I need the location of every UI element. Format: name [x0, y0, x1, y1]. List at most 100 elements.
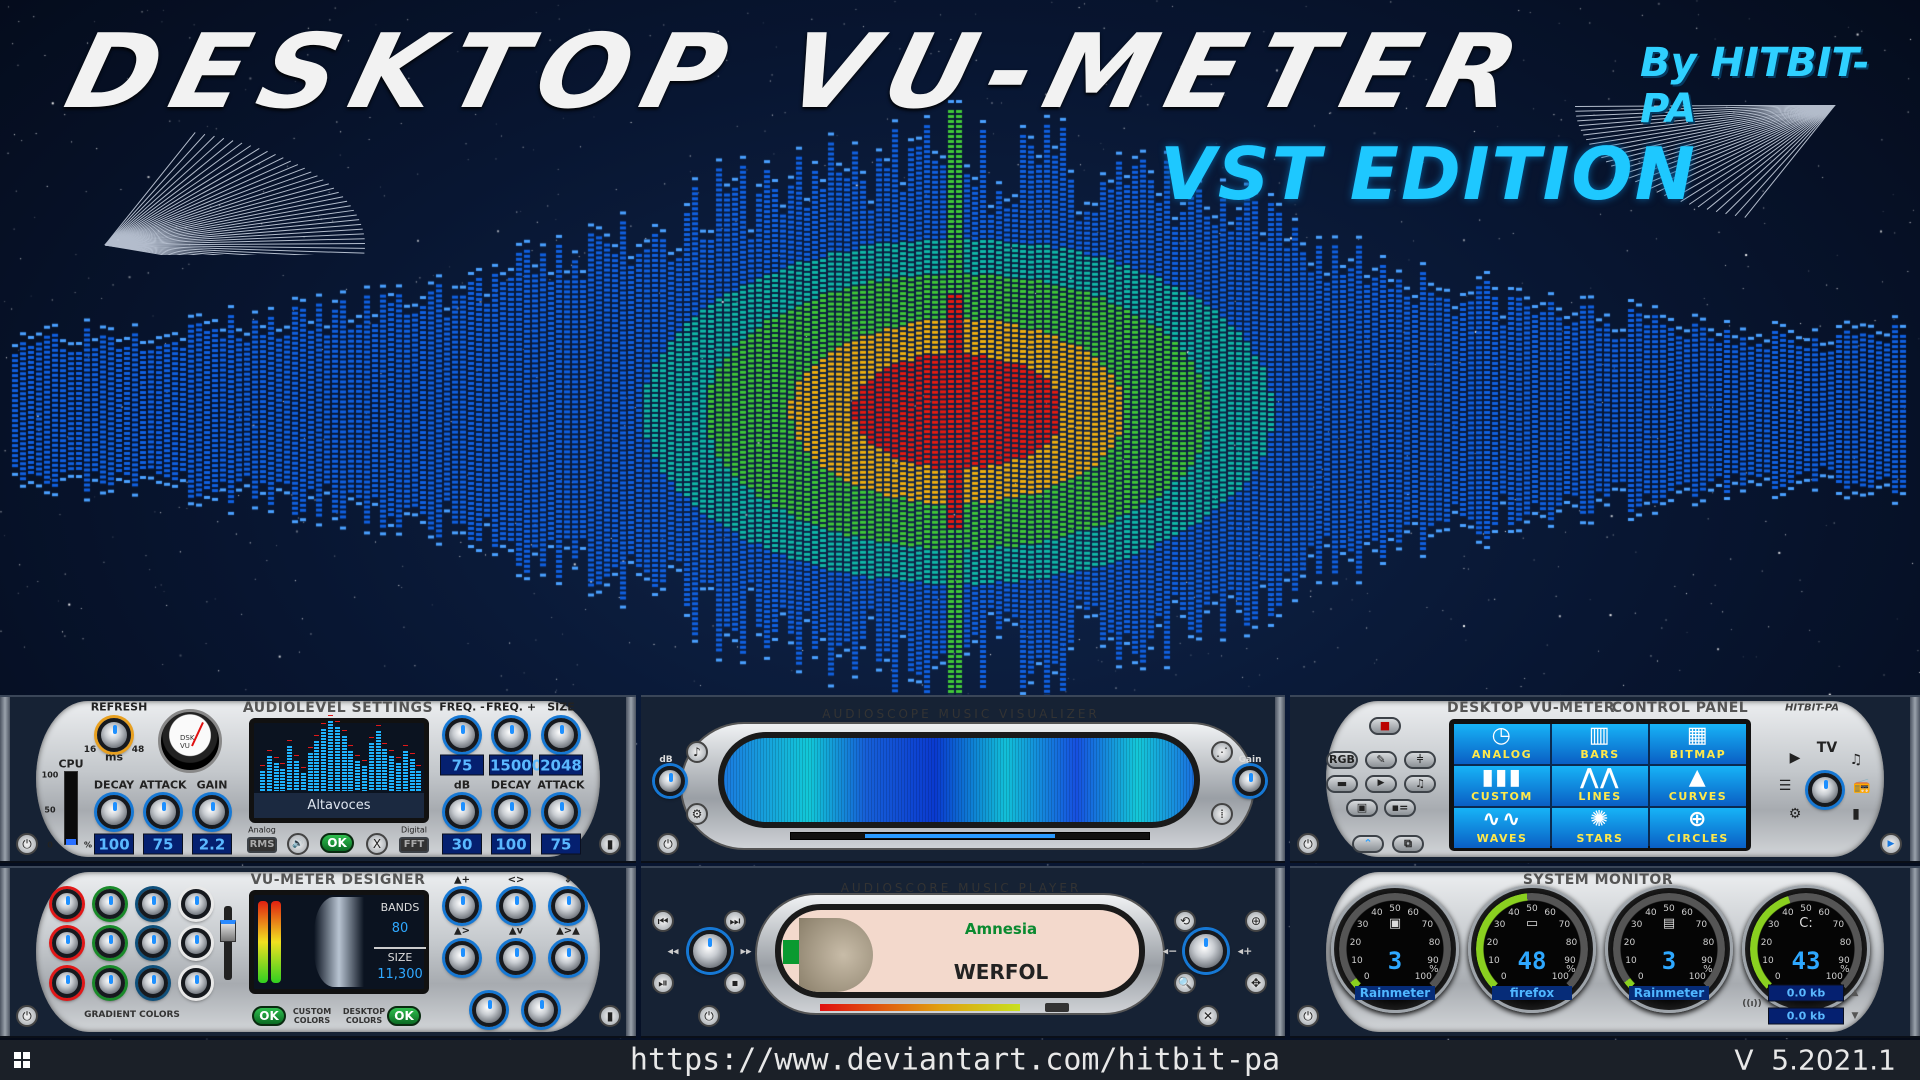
- visualizer-db-knob[interactable]: [655, 766, 685, 796]
- mode-waves-button[interactable]: ∿∿ WAVES: [1454, 808, 1550, 848]
- close-player-button[interactable]: ✕: [1197, 1005, 1219, 1027]
- settings-button[interactable]: ⚙: [686, 803, 708, 825]
- attack-knob[interactable]: [146, 795, 180, 829]
- power-icon[interactable]: ⏻: [1297, 833, 1319, 855]
- mode-stars-button[interactable]: ✺ STARS: [1552, 808, 1648, 848]
- tv-icon[interactable]: TV: [1817, 740, 1837, 756]
- custom-colors-ok-button[interactable]: OK: [252, 1006, 286, 1026]
- power-icon[interactable]: ⏻: [16, 833, 38, 855]
- track-seek-knob[interactable]: [689, 930, 731, 972]
- meter-button[interactable]: ▬: [1326, 775, 1358, 793]
- gradient-color-knob[interactable]: [52, 889, 82, 919]
- player-control-button[interactable]: ⏯: [652, 972, 674, 994]
- gradient-color-knob[interactable]: [138, 928, 168, 958]
- freq-min-knob[interactable]: [445, 718, 479, 752]
- gradient-color-knob[interactable]: [138, 968, 168, 998]
- gradient-color-knob[interactable]: [52, 968, 82, 998]
- cpu-tick-label: 100: [41, 770, 59, 780]
- music-note-button[interactable]: ♪: [686, 741, 708, 763]
- gradient-color-knob[interactable]: [95, 968, 125, 998]
- mode-custom-button[interactable]: ▮▮▮ CUSTOM: [1454, 766, 1550, 806]
- rgb-button[interactable]: RGB: [1326, 751, 1358, 769]
- record-button[interactable]: ■: [1369, 717, 1401, 735]
- power-icon[interactable]: ⏻: [698, 1005, 720, 1027]
- ok-button[interactable]: OK: [320, 833, 354, 853]
- freq-max-knob[interactable]: [494, 718, 528, 752]
- peak-marker: [396, 757, 401, 758]
- mode-curves-button[interactable]: ▲ CURVES: [1650, 766, 1746, 806]
- db-knob[interactable]: [445, 795, 479, 829]
- refresh-knob[interactable]: [97, 718, 131, 752]
- freq-max-value: 15000: [489, 754, 543, 776]
- decay2-knob[interactable]: [494, 795, 528, 829]
- settings-icon[interactable]: ⚙: [1789, 806, 1802, 822]
- windows-button[interactable]: ⧉: [1392, 835, 1424, 853]
- deviantart-url-link[interactable]: https://www.deviantart.com/hitbit-pa: [630, 1043, 1280, 1078]
- size-knob[interactable]: [544, 718, 578, 752]
- mode-circles-button[interactable]: ⊕ CIRCLES: [1650, 808, 1746, 848]
- mode-analog-button[interactable]: ◷ ANALOG: [1454, 724, 1550, 764]
- chart-icon[interactable]: ▮: [1852, 806, 1860, 822]
- play-button[interactable]: ▶: [1365, 775, 1397, 793]
- bars-icon[interactable]: ▮: [599, 1005, 621, 1027]
- playlist-toggle[interactable]: [1045, 1003, 1069, 1012]
- gradient-color-knob[interactable]: [138, 889, 168, 919]
- gradient-slider-handle[interactable]: [220, 920, 236, 942]
- rms-button[interactable]: RMS: [247, 837, 277, 853]
- decay-knob[interactable]: [97, 795, 131, 829]
- mode-bars-button[interactable]: ▥ BARS: [1552, 724, 1648, 764]
- desktop-colors-ok-button[interactable]: OK: [387, 1006, 421, 1026]
- volume-knob[interactable]: [1185, 930, 1227, 972]
- control-selector-knob[interactable]: [1808, 773, 1842, 807]
- gain-knob[interactable]: [195, 795, 229, 829]
- attack2-knob[interactable]: [544, 795, 578, 829]
- player-control-button[interactable]: ⏭: [724, 910, 746, 932]
- arrow-up-button[interactable]: ⌃: [1352, 835, 1384, 853]
- design-shape-knob[interactable]: [499, 889, 533, 923]
- mode-bitmap-button[interactable]: ▦ BITMAP: [1650, 724, 1746, 764]
- list-button[interactable]: ▪=: [1384, 799, 1416, 817]
- visualizer-gain-knob[interactable]: [1235, 766, 1265, 796]
- power-icon[interactable]: ⏻: [1297, 1005, 1319, 1027]
- player-control-button[interactable]: ⏹: [724, 972, 746, 994]
- gradient-color-knob[interactable]: [181, 889, 211, 919]
- gradient-color-knob[interactable]: [181, 928, 211, 958]
- design-shape-knob[interactable]: [499, 941, 533, 975]
- fft-button[interactable]: FFT: [399, 837, 429, 853]
- audio-device-name[interactable]: Altavoces: [254, 793, 424, 818]
- gradient-color-knob[interactable]: [52, 928, 82, 958]
- dots-button[interactable]: ⋰: [1211, 741, 1233, 763]
- close-button[interactable]: X: [366, 833, 388, 855]
- design-shape-knob[interactable]: [551, 889, 585, 923]
- player-control-button[interactable]: ⏮: [652, 910, 674, 932]
- mode-lines-button[interactable]: ⋀⋀ LINES: [1552, 766, 1648, 806]
- video-icon[interactable]: ▶: [1790, 750, 1801, 766]
- equalizer-button[interactable]: ⫩: [1404, 751, 1436, 769]
- power-icon[interactable]: ⏻: [657, 833, 679, 855]
- gradient-color-knob[interactable]: [95, 928, 125, 958]
- design-shape-knob[interactable]: [445, 941, 479, 975]
- list-icon[interactable]: ☰: [1779, 778, 1792, 794]
- next-page-button[interactable]: ▶: [1880, 833, 1902, 855]
- radio-icon[interactable]: 📻: [1853, 778, 1870, 794]
- player-option-button[interactable]: ⟲: [1174, 910, 1196, 932]
- player-option-button[interactable]: ⊕: [1245, 910, 1267, 932]
- design-shape-knob[interactable]: [445, 889, 479, 923]
- gradient-color-knob[interactable]: [95, 889, 125, 919]
- spacing-knob[interactable]: [472, 993, 506, 1027]
- grid-button[interactable]: ⁞: [1211, 803, 1233, 825]
- design-shape-knob[interactable]: [551, 941, 585, 975]
- chip-button[interactable]: ▣: [1346, 799, 1378, 817]
- power-icon[interactable]: ⏻: [16, 1005, 38, 1027]
- music-folder-icon[interactable]: ♫: [1850, 752, 1863, 768]
- windows-start-icon[interactable]: [14, 1052, 30, 1068]
- speaker-button[interactable]: 🔊: [287, 833, 309, 855]
- gradient-color-knob[interactable]: [181, 968, 211, 998]
- pen-button[interactable]: ✎: [1365, 751, 1397, 769]
- player-option-button[interactable]: 🔍: [1174, 972, 1196, 994]
- shape-knob[interactable]: [524, 993, 558, 1027]
- music-button[interactable]: ♫: [1404, 775, 1436, 793]
- player-option-button[interactable]: ✥: [1245, 972, 1267, 994]
- shape-param-icon: ▲>: [453, 925, 471, 937]
- bars-icon[interactable]: ▮: [599, 833, 621, 855]
